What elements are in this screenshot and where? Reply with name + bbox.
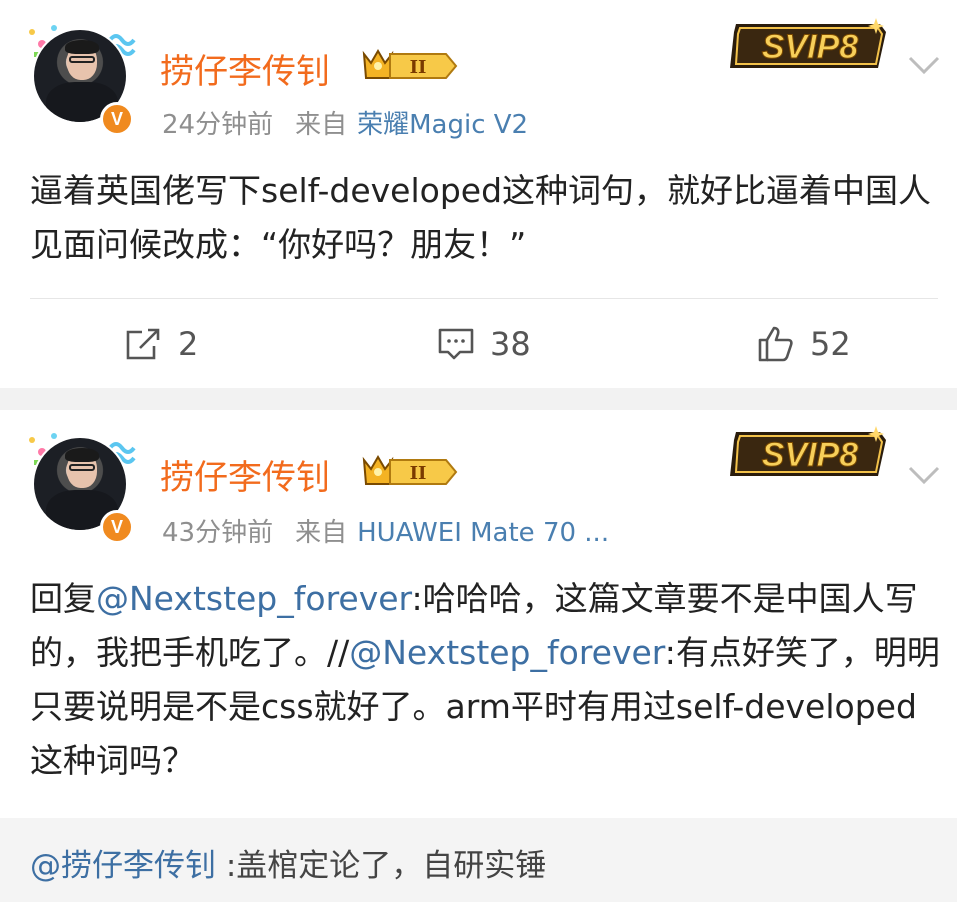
like-button[interactable]: 52	[756, 318, 851, 370]
weibo-post: V 捞仔李传钊 II 43分钟前 来自 HUAWEI Mate 70 ... SVI…	[0, 410, 957, 902]
repost-icon	[126, 328, 160, 360]
rank-badge-label: II	[410, 463, 427, 484]
post-time: 24分钟前	[162, 110, 274, 140]
svip-label: SVIP8	[762, 436, 858, 474]
device-link[interactable]: HUAWEI Mate 70 ...	[357, 518, 609, 548]
username[interactable]: 捞仔李传钊	[160, 44, 330, 93]
chevron-down-icon[interactable]	[904, 44, 944, 84]
post-meta: 24分钟前 来自 荣耀Magic V2	[162, 104, 528, 141]
svip-badge[interactable]: SVIP8	[726, 422, 894, 484]
from-label: 来自	[295, 518, 348, 548]
device-link[interactable]: 荣耀Magic V2	[357, 104, 528, 141]
mention-link[interactable]: @捞仔李传钊	[30, 848, 216, 884]
weibo-post: V 捞仔李传钊 II 24分钟前 来自 荣耀Magic V2 SVIP8 逼着英国佬…	[0, 0, 957, 388]
comment-icon	[438, 328, 474, 360]
svip-badge[interactable]: SVIP8	[726, 14, 894, 76]
from-label: 来自	[295, 110, 348, 140]
crown-icon: II	[362, 455, 458, 485]
mention-link[interactable]: @Nextstep_forever	[349, 633, 665, 672]
action-bar: 2 38 52	[0, 318, 957, 370]
post-text: 逼着英国佬写下self-developed这种词句，就好比逼着中国人见面问候改成…	[30, 171, 932, 264]
post-separator	[0, 388, 957, 410]
chevron-down-icon[interactable]	[904, 454, 944, 494]
quote-body: :盖棺定论了，自研实锤	[216, 848, 547, 884]
crown-icon: II	[362, 49, 458, 79]
post-time: 43分钟前	[162, 518, 274, 548]
username[interactable]: 捞仔李传钊	[160, 450, 330, 499]
like-count: 52	[810, 325, 851, 363]
avatar[interactable]: V	[24, 426, 144, 546]
comment-count: 38	[490, 325, 531, 363]
svip-label: SVIP8	[762, 28, 858, 66]
post-meta: 43分钟前 来自 HUAWEI Mate 70 ...	[162, 512, 609, 549]
avatar[interactable]: V	[24, 18, 144, 138]
divider	[30, 298, 938, 299]
comment-button[interactable]: 38	[436, 318, 531, 370]
reply-prefix: 回复	[30, 579, 96, 618]
rank-badge-label: II	[410, 57, 427, 78]
verified-v-icon: V	[100, 102, 134, 136]
post-text: 回复@Nextstep_forever:哈哈哈，这篇文章要不是中国人写的，我把手…	[30, 572, 940, 788]
retweet-quote[interactable]: @捞仔李传钊 :盖棺定论了，自研实锤	[0, 818, 957, 902]
thumbs-up-icon	[758, 326, 793, 362]
repost-button[interactable]: 2	[124, 318, 198, 370]
quote-text: @捞仔李传钊 :盖棺定论了，自研实锤	[30, 840, 546, 885]
verified-v-icon: V	[100, 510, 134, 544]
mention-link[interactable]: @Nextstep_forever	[96, 579, 412, 618]
repost-count: 2	[178, 325, 199, 363]
